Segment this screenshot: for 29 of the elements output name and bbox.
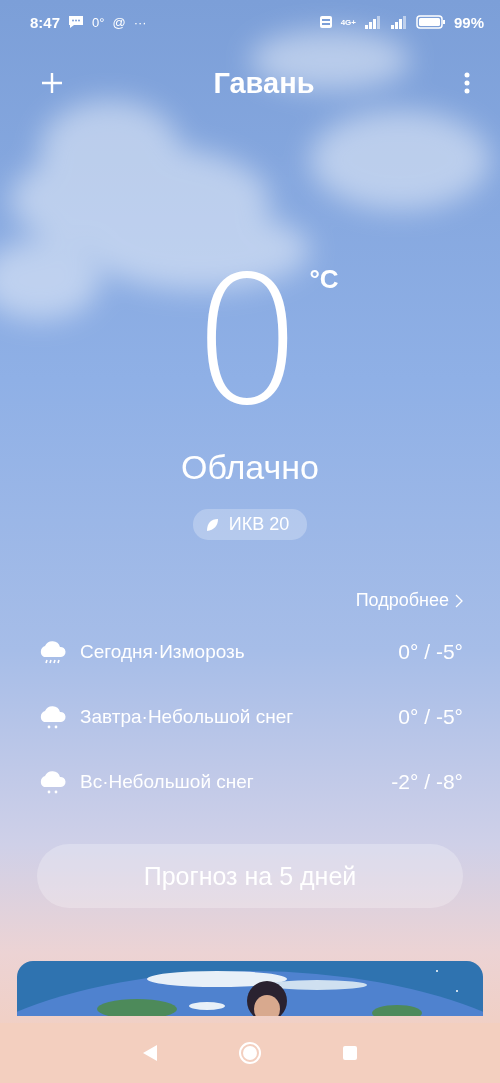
more-menu-button[interactable] (464, 72, 470, 94)
battery-percent: 99% (453, 13, 484, 31)
back-button[interactable] (142, 1044, 158, 1062)
chevron-icon (455, 593, 463, 608)
notification-temperature: 0° (92, 14, 105, 30)
network-type: 4G+ (340, 17, 356, 27)
forecast-temperature: -2° / -8° (391, 769, 463, 794)
forecast-label: Сегодня·Изморозь (80, 640, 246, 663)
forecast-temperature: 0° / -5° (398, 639, 463, 664)
signal-icon (363, 15, 382, 29)
signal-icon (389, 15, 408, 29)
aqi-badge[interactable]: ИКВ 20 (192, 509, 308, 540)
add-city-button[interactable] (40, 71, 64, 95)
mail-notification: @ (112, 14, 126, 30)
current-temperature: 0 (191, 272, 304, 412)
weather-condition: Облачно (181, 448, 319, 487)
message-icon (68, 15, 85, 29)
home-button[interactable] (238, 1041, 262, 1065)
volte-icon (318, 15, 333, 29)
details-link[interactable]: Подробнее (355, 590, 463, 611)
recents-button[interactable] (342, 1045, 358, 1061)
battery-icon (415, 15, 446, 29)
more-notifications: ··· (133, 14, 147, 30)
forecast-temperature: 0° / -5° (398, 704, 463, 729)
status-time: 8:47 (30, 13, 61, 31)
city-title: Гавань (213, 66, 315, 100)
forecast-label: Завтра·Небольшой снег (80, 705, 295, 728)
forecast-label: Вс·Небольшой снег (80, 770, 255, 793)
temperature-unit: °C (309, 264, 339, 295)
